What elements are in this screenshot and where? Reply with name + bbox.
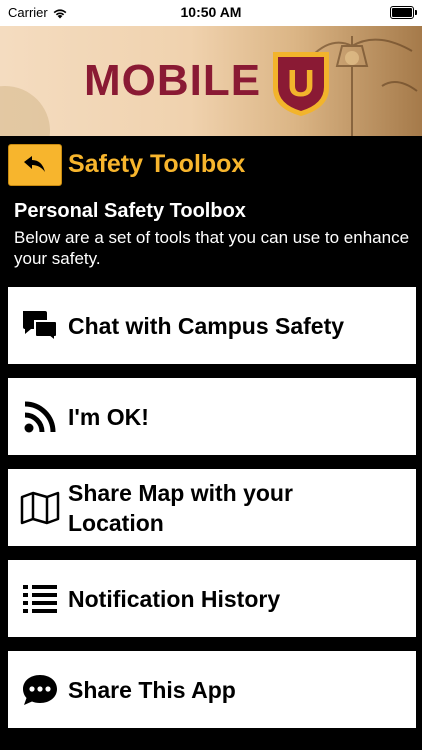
share-this-app-button[interactable]: Share This App [8,651,416,728]
tool-list: Chat with Campus Safety I'm OK! Share Ma… [8,287,416,742]
battery-icon [390,6,417,19]
navigation-bar: Safety Toolbox [0,136,422,194]
section-description: Below are a set of tools that you can us… [14,228,410,268]
tool-label: Chat with Campus Safety [68,312,345,339]
tool-label: Notification History [68,585,281,612]
logo-badge-letter: U [287,63,314,105]
status-time: 10:50 AM [180,4,242,20]
section-heading: Personal Safety Toolbox [14,200,246,222]
logo-wordmark: MOBILE [84,56,262,105]
status-bar: Carrier 10:50 AM [0,0,422,26]
tool-label: Share Map with your Location [68,479,293,536]
chat-bubbles-icon [20,306,60,346]
app-banner: MOBILE U [0,26,422,136]
tool-label: I'm OK! [68,403,149,430]
back-button[interactable] [8,144,62,186]
tool-label: Share This App [68,676,236,703]
back-arrow-icon [24,156,45,172]
chat-with-campus-safety-button[interactable]: Chat with Campus Safety [8,287,416,364]
notification-history-button[interactable]: Notification History [8,560,416,637]
banner-background-decoration [0,86,50,136]
speech-bubble-icon [20,670,60,710]
im-ok-button[interactable]: I'm OK! [8,378,416,455]
rss-feed-icon [20,397,60,437]
intro-section: Personal Safety Toolbox Below are a set … [14,200,414,269]
map-icon [20,488,60,528]
list-icon [20,579,60,619]
page-title: Safety Toolbox [68,150,246,178]
share-map-button[interactable]: Share Map with your Location [8,469,416,546]
logo-shield-icon: U [273,52,329,116]
